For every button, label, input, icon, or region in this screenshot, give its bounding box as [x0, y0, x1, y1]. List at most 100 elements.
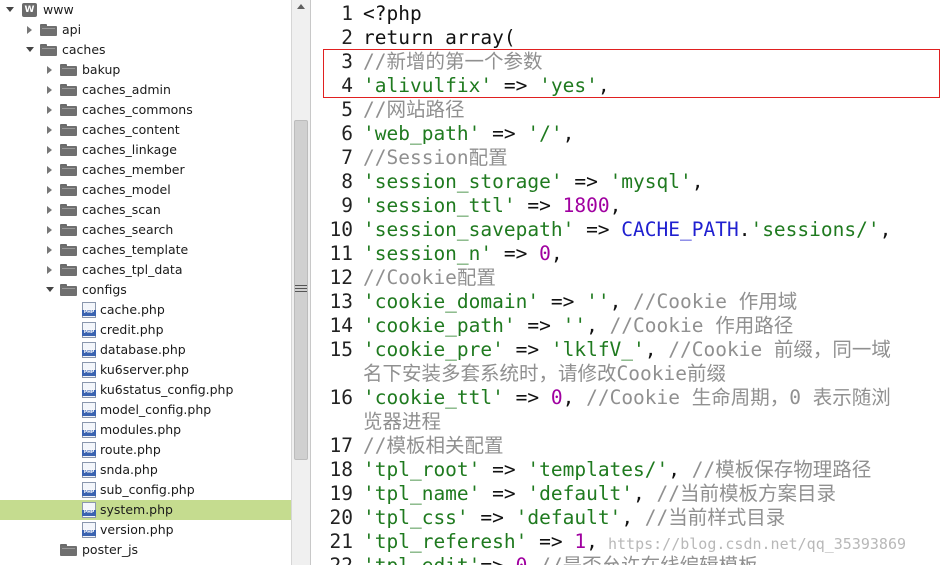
tree-item-file[interactable]: ku6server.php	[0, 360, 291, 380]
tree-item-folder[interactable]: caches_template	[0, 240, 291, 260]
tree-item-file[interactable]: snda.php	[0, 460, 291, 480]
tree-item-folder[interactable]: configs	[0, 280, 291, 300]
folder-icon	[60, 124, 77, 136]
code-token: 'cookie_domain'	[363, 290, 540, 313]
tree-scrollbar[interactable]	[291, 0, 311, 565]
code-token: //Cookie 作用路径	[609, 314, 794, 337]
code-token: //Session配置	[363, 146, 508, 169]
splitter-grip-icon[interactable]	[295, 285, 307, 295]
tree-item-label: credit.php	[100, 322, 164, 337]
tree-item-folder[interactable]: caches_member	[0, 160, 291, 180]
tree-item-file[interactable]: version.php	[0, 520, 291, 540]
code-text: //Session配置	[363, 146, 508, 170]
tree-item-folder[interactable]: api	[0, 20, 291, 40]
code-text: 'tpl_referesh' => 1,	[363, 530, 598, 554]
code-token: ,	[562, 122, 575, 145]
folder-icon	[60, 144, 77, 156]
code-token: ,	[644, 338, 669, 361]
code-token: '/'	[527, 122, 563, 145]
collapse-arrow-icon[interactable]	[47, 146, 52, 154]
collapse-arrow-icon[interactable]	[47, 66, 52, 74]
code-token: ,	[633, 482, 657, 505]
tree-item-file[interactable]: modules.php	[0, 420, 291, 440]
code-text: 'tpl_css' => 'default', //当前样式目录	[363, 506, 785, 530]
code-text: 'tpl_edit'=> 0,//是否允许在线编辑模板	[363, 554, 758, 565]
php-file-icon	[82, 322, 96, 338]
tree-item-folder[interactable]: caches_admin	[0, 80, 291, 100]
collapse-arrow-icon[interactable]	[47, 266, 52, 274]
tree-item-file[interactable]: cache.php	[0, 300, 291, 320]
folder-icon	[60, 544, 77, 556]
line-number: 14	[329, 314, 353, 337]
code-token: =>	[480, 482, 528, 505]
tree-item-file[interactable]: ku6status_config.php	[0, 380, 291, 400]
expand-arrow-icon[interactable]	[26, 47, 34, 52]
code-token: <?php	[363, 2, 422, 25]
tree-item-folder[interactable]: Wwww	[0, 0, 291, 20]
collapse-arrow-icon[interactable]	[47, 246, 52, 254]
code-text: 'tpl_name' => 'default', //当前模板方案目录	[363, 482, 836, 506]
code-token: =>	[503, 338, 551, 361]
line-number: 6	[341, 122, 353, 145]
code-token: //模板相关配置	[363, 434, 504, 457]
line-number: 5	[341, 98, 353, 121]
tree-item-folder[interactable]: caches_content	[0, 120, 291, 140]
php-file-icon	[82, 422, 96, 438]
code-token: 0	[550, 386, 563, 409]
php-file-icon	[82, 382, 96, 398]
collapse-arrow-icon[interactable]	[47, 106, 52, 114]
project-icon: W	[22, 3, 37, 17]
code-token: //是否允许在线编辑模板	[539, 554, 757, 565]
tree-item-file[interactable]: route.php	[0, 440, 291, 460]
tree-item-file[interactable]: system.php	[0, 500, 291, 520]
tree-item-folder[interactable]: caches_tpl_data	[0, 260, 291, 280]
tree-item-folder[interactable]: caches_search	[0, 220, 291, 240]
tree-item-label: snda.php	[100, 462, 158, 477]
tree-item-file[interactable]: model_config.php	[0, 400, 291, 420]
code-text: 'cookie_domain' => '', //Cookie 作用域	[363, 290, 797, 314]
folder-icon	[60, 164, 77, 176]
collapse-arrow-icon[interactable]	[47, 186, 52, 194]
tree-item-file[interactable]: database.php	[0, 340, 291, 360]
code-token: //当前样式目录	[644, 506, 786, 529]
collapse-arrow-icon[interactable]	[47, 226, 52, 234]
folder-icon	[40, 24, 57, 36]
tree-item-folder[interactable]: caches	[0, 40, 291, 60]
code-token: 1	[574, 530, 587, 553]
code-token: 'cookie_pre'	[363, 338, 504, 361]
code-token: //当前模板方案目录	[656, 482, 837, 505]
code-token: 名下安装多套系统时，请修改Cookie前缀	[363, 362, 726, 385]
scroll-up-icon[interactable]	[297, 4, 305, 9]
code-token: =>	[539, 290, 587, 313]
tree-item-folder[interactable]: caches_commons	[0, 100, 291, 120]
code-text: 'cookie_path' => '', //Cookie 作用路径	[363, 314, 793, 338]
php-file-icon	[82, 402, 96, 418]
collapse-arrow-icon[interactable]	[47, 86, 52, 94]
line-number: 17	[329, 434, 353, 457]
tree-item-label: database.php	[100, 342, 186, 357]
code-token: 览器进程	[363, 410, 442, 433]
folder-icon	[60, 264, 77, 276]
folder-icon	[60, 64, 77, 76]
collapse-arrow-icon[interactable]	[27, 26, 32, 34]
tree-item-folder[interactable]: poster_js	[0, 540, 291, 560]
tree-item-label: ku6server.php	[100, 362, 189, 377]
collapse-arrow-icon[interactable]	[47, 166, 52, 174]
collapse-arrow-icon[interactable]	[47, 126, 52, 134]
tree-item-folder[interactable]: caches_model	[0, 180, 291, 200]
expand-arrow-icon[interactable]	[46, 287, 54, 292]
tree-item-label: caches_member	[82, 162, 185, 177]
code-token: //Cookie 作用域	[633, 290, 798, 313]
tree-item-file[interactable]: credit.php	[0, 320, 291, 340]
tree-item-label: caches_tpl_data	[82, 262, 183, 277]
tree-item-file[interactable]: sub_config.php	[0, 480, 291, 500]
php-file-icon	[82, 482, 96, 498]
expand-arrow-icon[interactable]	[6, 7, 14, 12]
line-number: 15	[329, 338, 353, 361]
tree-item-folder[interactable]: caches_scan	[0, 200, 291, 220]
tree-item-folder[interactable]: bakup	[0, 60, 291, 80]
code-text: 'session_savepath' => CACHE_PATH.'sessio…	[363, 218, 891, 242]
code-token: 'session_n'	[363, 242, 493, 265]
tree-item-folder[interactable]: caches_linkage	[0, 140, 291, 160]
collapse-arrow-icon[interactable]	[47, 206, 52, 214]
